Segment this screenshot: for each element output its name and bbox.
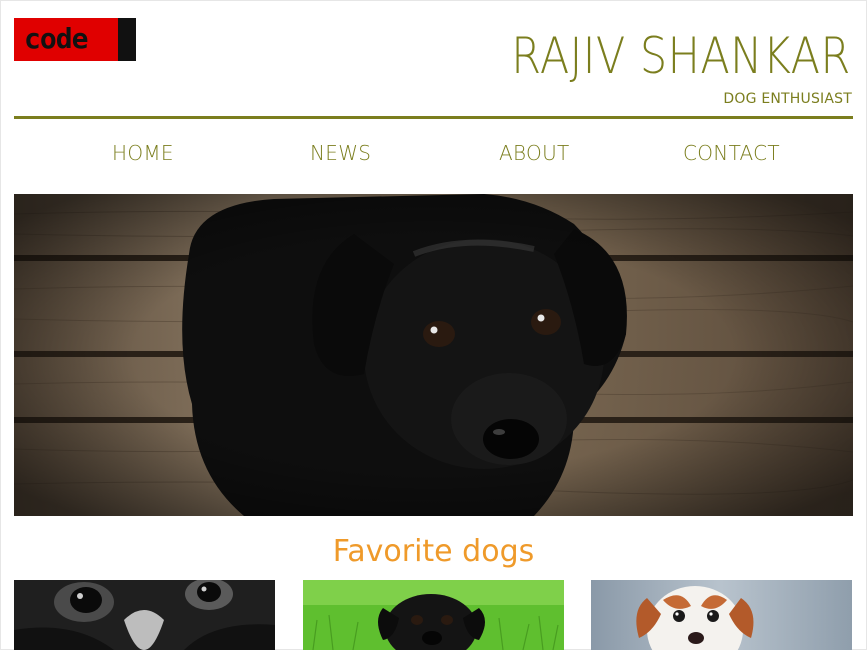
- logo-text-main: code: [24, 22, 88, 55]
- header-divider: [14, 116, 853, 119]
- favorite-dog-card-1[interactable]: [14, 580, 275, 650]
- black-puppy-on-grass-image: [303, 580, 564, 650]
- hero-image: [14, 194, 853, 516]
- black-puppy-on-wooden-deck-image: [14, 194, 853, 516]
- site-tagline: DOG ENTHUSIAST: [723, 91, 852, 107]
- site-title: RAJIV SHANKAR: [511, 27, 851, 85]
- favorite-dog-card-2[interactable]: [303, 580, 564, 650]
- nav-item-about[interactable]: ABOUT: [499, 138, 570, 168]
- logo-text: codeR: [24, 22, 104, 55]
- site-logo[interactable]: codeR: [14, 18, 136, 61]
- favorite-dog-card-3[interactable]: [591, 580, 852, 650]
- logo-dark-block: [118, 18, 136, 61]
- main-nav: HOME NEWS ABOUT CONTACT: [14, 138, 853, 168]
- favorites-title: Favorite dogs: [332, 534, 535, 569]
- black-white-dog-closeup-image: [14, 580, 275, 650]
- nav-item-news[interactable]: NEWS: [310, 138, 371, 168]
- nav-item-home[interactable]: HOME: [112, 138, 174, 168]
- nav-item-contact[interactable]: CONTACT: [683, 138, 780, 168]
- logo-text-accent: R: [87, 22, 104, 55]
- white-brown-dog-image: [591, 580, 852, 650]
